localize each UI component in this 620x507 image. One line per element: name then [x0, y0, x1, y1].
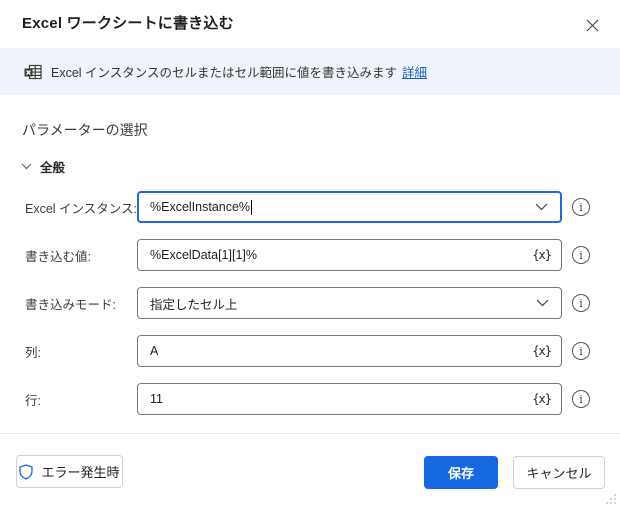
excel-instance-value: %ExcelInstance% — [150, 200, 251, 214]
info-icon[interactable]: i — [572, 198, 590, 216]
info-icon[interactable]: i — [572, 342, 590, 360]
info-icon[interactable]: i — [572, 246, 590, 264]
write-mode-label: 書き込みモード: — [25, 297, 116, 312]
on-error-label: エラー発生時 — [41, 465, 120, 480]
general-section-label: 全般 — [40, 161, 66, 175]
resize-grip[interactable] — [603, 491, 617, 505]
write-to-excel-dialog: Excel ワークシートに書き込む Excel インスタンスのセルまたはセル範囲… — [0, 0, 620, 507]
value-to-write-label: 書き込む値: — [25, 249, 91, 264]
row-input[interactable]: 11 {x} — [137, 383, 562, 415]
column-input[interactable]: A {x} — [137, 335, 562, 367]
row-value: 11 — [150, 392, 163, 406]
write-mode-value: 指定したセル上 — [150, 297, 238, 312]
close-icon[interactable] — [580, 13, 604, 37]
dialog-title: Excel ワークシートに書き込む — [22, 15, 234, 32]
value-to-write-input[interactable]: %ExcelData[1][1]% {x} — [137, 239, 562, 271]
excel-instance-label: Excel インスタンス: — [25, 201, 138, 216]
save-button[interactable]: 保存 — [424, 456, 498, 489]
fx-variable-picker-button[interactable]: {x} — [532, 248, 552, 262]
info-icon[interactable]: i — [572, 294, 590, 312]
action-description-banner: Excel インスタンスのセルまたはセル範囲に値を書き込みます 詳細 — [0, 48, 620, 95]
chevron-down-icon[interactable] — [534, 297, 551, 309]
excel-worksheet-icon — [24, 64, 42, 79]
write-mode-combobox[interactable]: 指定したセル上 — [137, 287, 562, 319]
cancel-button[interactable]: キャンセル — [513, 456, 605, 489]
parameters-header: パラメーターの選択 — [22, 122, 148, 138]
info-icon[interactable]: i — [572, 390, 590, 408]
general-section-toggle[interactable]: 全般 — [21, 157, 65, 176]
text-caret — [251, 199, 253, 215]
column-value: A — [150, 344, 159, 358]
value-to-write-value: %ExcelData[1][1]% — [150, 248, 257, 262]
fx-variable-picker-button[interactable]: {x} — [532, 344, 552, 358]
shield-icon — [19, 463, 34, 480]
footer-divider — [0, 433, 620, 434]
on-error-button[interactable]: エラー発生時 — [16, 455, 123, 488]
close-x-glyph — [586, 19, 598, 31]
excel-instance-combobox[interactable]: %ExcelInstance% — [137, 191, 562, 223]
field-row-value-to-write: 書き込む値: %ExcelData[1][1]% {x} i — [0, 239, 620, 271]
chevron-down-icon[interactable] — [533, 201, 550, 213]
fx-variable-picker-button[interactable]: {x} — [532, 392, 552, 406]
field-row-column: 列: A {x} i — [0, 335, 620, 367]
field-row-row: 行: 11 {x} i — [0, 383, 620, 415]
column-label: 列: — [25, 345, 41, 360]
field-row-write-mode: 書き込みモード: 指定したセル上 i — [0, 287, 620, 319]
action-description-text: Excel インスタンスのセルまたはセル範囲に値を書き込みます — [51, 66, 398, 80]
field-row-excel-instance: Excel インスタンス: %ExcelInstance% i — [0, 191, 620, 223]
details-link[interactable]: 詳細 — [402, 62, 427, 81]
row-label: 行: — [25, 393, 41, 408]
chevron-down-icon — [21, 163, 32, 170]
